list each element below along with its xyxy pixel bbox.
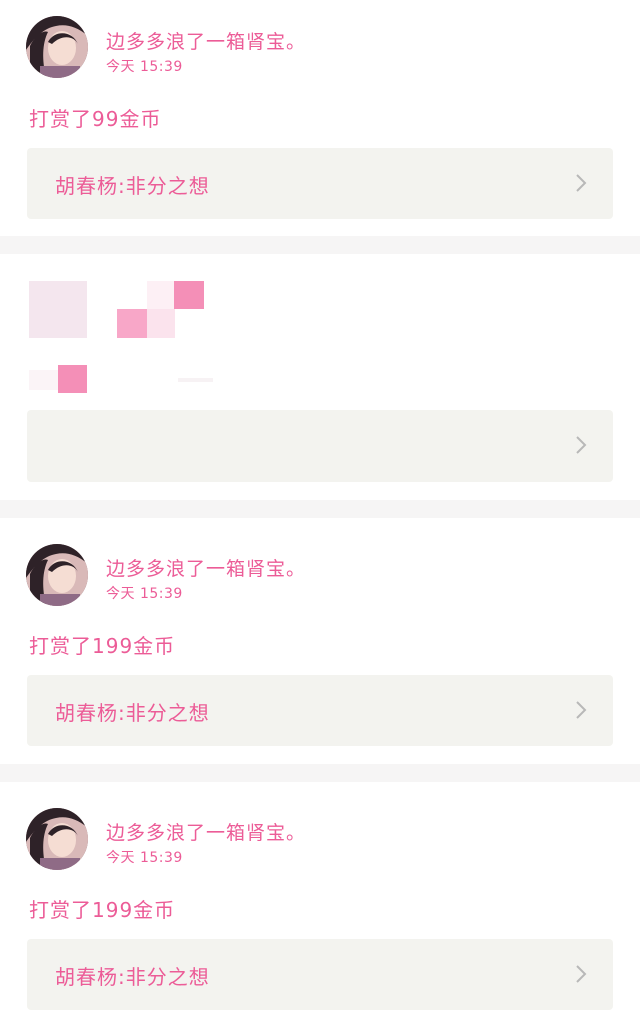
timestamp: 今天 15:39 — [106, 850, 183, 866]
obscured-block — [147, 309, 175, 338]
post-link[interactable] — [27, 410, 613, 482]
post-link[interactable]: 胡春杨:非分之想 — [27, 148, 613, 219]
obscured-block — [147, 281, 174, 309]
obscured-block — [174, 281, 204, 309]
obscured-block — [117, 309, 147, 338]
reward-text: 打赏了99金币 — [29, 107, 162, 131]
obscured-block — [178, 378, 213, 382]
feed-item: 边多多浪了一箱肾宝。 今天 15:39 打赏了99金币 胡春杨:非分之想 — [0, 0, 640, 236]
post-link-title: 胡春杨:非分之想 — [55, 965, 210, 989]
avatar-photo-icon — [26, 544, 88, 606]
reward-feed: 边多多浪了一箱肾宝。 今天 15:39 打赏了99金币 胡春杨:非分之想 边多多… — [0, 0, 640, 1011]
avatar[interactable] — [26, 808, 88, 870]
timestamp: 今天 15:39 — [106, 59, 183, 75]
feed-item: 边多多浪了一箱肾宝。 今天 15:39 打赏了199金币 胡春杨:非分之想 — [0, 782, 640, 1011]
chevron-right-icon — [576, 965, 587, 983]
obscured-block — [29, 370, 58, 390]
username[interactable]: 边多多浪了一箱肾宝。 — [106, 818, 306, 845]
reward-text: 打赏了199金币 — [29, 634, 176, 658]
chevron-right-icon — [576, 174, 587, 192]
avatar[interactable] — [26, 544, 88, 606]
username[interactable]: 边多多浪了一箱肾宝。 — [106, 554, 306, 581]
avatar[interactable] — [26, 16, 88, 78]
feed-item: 边多多浪了一箱肾宝。 今天 15:39 打赏了199金币 胡春杨:非分之想 — [0, 518, 640, 764]
timestamp: 今天 15:39 — [106, 586, 183, 602]
reward-text: 打赏了199金币 — [29, 898, 176, 922]
separator — [0, 764, 640, 782]
post-link-title: 胡春杨:非分之想 — [55, 174, 210, 198]
separator — [0, 236, 640, 254]
post-link[interactable]: 胡春杨:非分之想 — [27, 675, 613, 746]
obscured-block — [58, 365, 87, 393]
avatar-photo-icon — [26, 16, 88, 78]
username[interactable]: 边多多浪了一箱肾宝。 — [106, 27, 306, 54]
feed-item-obscured — [0, 254, 640, 500]
chevron-right-icon — [576, 701, 587, 719]
post-link[interactable]: 胡春杨:非分之想 — [27, 939, 613, 1010]
post-link-title: 胡春杨:非分之想 — [55, 701, 210, 725]
separator — [0, 500, 640, 518]
avatar-photo-icon — [26, 808, 88, 870]
chevron-right-icon — [576, 436, 587, 454]
obscured-avatar — [29, 281, 87, 338]
